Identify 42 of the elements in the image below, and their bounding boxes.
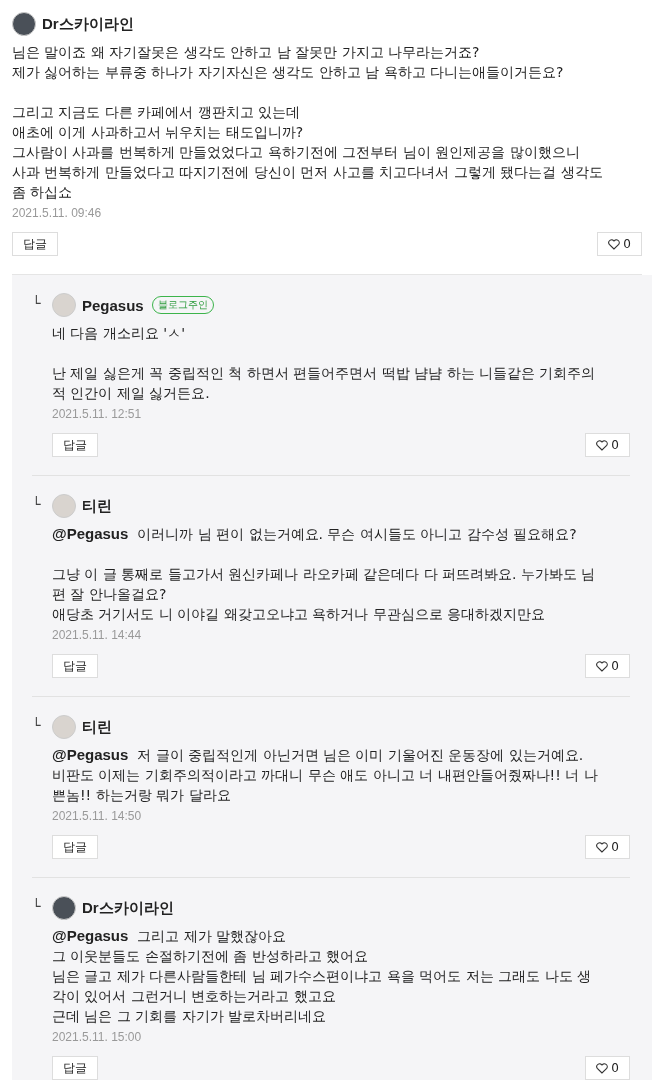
comment-text: 네 다음 개소리요 'ㅅ' (52, 324, 187, 343)
author-name: Dr스카이라인 (82, 898, 174, 918)
avatar (12, 12, 36, 36)
heart-icon (596, 1062, 609, 1074)
avatar (52, 715, 76, 739)
like-button[interactable]: 0 (585, 1056, 630, 1080)
like-button[interactable]: 0 (585, 433, 630, 457)
heart-icon (596, 660, 609, 672)
author-name: 티린 (82, 496, 112, 516)
reply-button[interactable]: 답글 (52, 654, 98, 678)
reply-button[interactable]: 답글 (52, 433, 98, 457)
comment-text: @Pegasus 그리고 제가 말했잖아요 그 이웃분들도 손절하기전에 좀 반성하라고 했어요 님은 글고 제가 다른사람들한테 님 페가수스편이냐고 욕을 먹어도 저는 그래도 나도 생 각이 있어서 그런거니 변호하는거라고 했고요 근데 님은 그 기회를 자기가 발로차버리네요 (52, 926, 592, 1026)
reply-mark: └ (32, 897, 42, 916)
reply-mark: └ (32, 495, 42, 514)
reply-button[interactable]: 답글 (52, 1056, 98, 1080)
comment-text: 난 제일 싫은게 꼭 중립적인 척 하면서 편들어주면서 떡밥 냠냠 하는 니들같은 기회주의 적 인간이 제일 싫거든요. (52, 364, 597, 403)
avatar (52, 293, 76, 317)
comment-text: @Pegasus 저 글이 중립적인게 아닌거면 님은 이미 기울어진 운동장에 있는거예요. 비판도 이제는 기회주의적이라고 까대니 무슨 애도 아니고 너 내편안들어줬짜나!! 너 나 쁜놈!! 하는거랑 뭐가 달라요 (52, 745, 599, 805)
reply-mark: └ (32, 716, 42, 735)
author-name: 티린 (82, 717, 112, 737)
reply-button[interactable]: 답글 (12, 232, 58, 256)
reply-button[interactable]: 답글 (52, 835, 98, 859)
comment-text: 님은 말이죠 왜 자기잘못은 생각도 안하고 남 잘못만 가지고 나무라는거죠? 제가 싫어하는 부류중 하나가 자기자신은 생각도 안하고 남 욕하고 다니는애들이거든요? (12, 43, 565, 82)
like-button[interactable]: 0 (585, 835, 630, 859)
heart-icon (596, 841, 609, 853)
author-name: Pegasus (82, 296, 144, 314)
comment-text: 그리고 지금도 다른 카페에서 깽판치고 있는데 애초에 이게 사과하고서 뉘우치는 태도입니까? 그사람이 사과를 번복하게 만들었었다고 욕하기전에 그전부터 님이 원인제공을 많이했으니 사과 번복하게 만들었다고 따지기전에 당신이 먼저 사고를 치고다녀서 그렇게 됐다는걸 생각도 좀 하십쇼 (12, 103, 604, 202)
comment-text: @Pegasus 이러니까 님 편이 없는거예요. 무슨 여시들도 아니고 감수성 필요해요? (52, 524, 578, 544)
comment-time: 2021.5.11. 14:50 (52, 809, 143, 823)
heart-icon (596, 439, 609, 451)
like-button[interactable]: 0 (597, 232, 642, 256)
avatar (52, 896, 76, 920)
like-button[interactable]: 0 (585, 654, 630, 678)
comment-time: 2021.5.11. 14:44 (52, 628, 143, 642)
comment-time: 2021.5.11. 12:51 (52, 407, 143, 421)
comment-text: 그냥 이 글 통째로 들고가서 원신카페나 라오카페 같은데다 다 퍼뜨려봐요. 누가봐도 님 편 잘 안나올걸요? 애당초 거기서도 니 이야길 왜갖고오냐고 욕하거나 무관심으로 응대하겠지만요 (52, 565, 597, 624)
comment-time: 2021.5.11. 09:46 (12, 206, 103, 220)
reply-mark: └ (32, 294, 42, 313)
heart-icon (608, 238, 621, 250)
comment-time: 2021.5.11. 15:00 (52, 1030, 143, 1044)
avatar (52, 494, 76, 518)
author-name: Dr스카이라인 (42, 14, 134, 34)
